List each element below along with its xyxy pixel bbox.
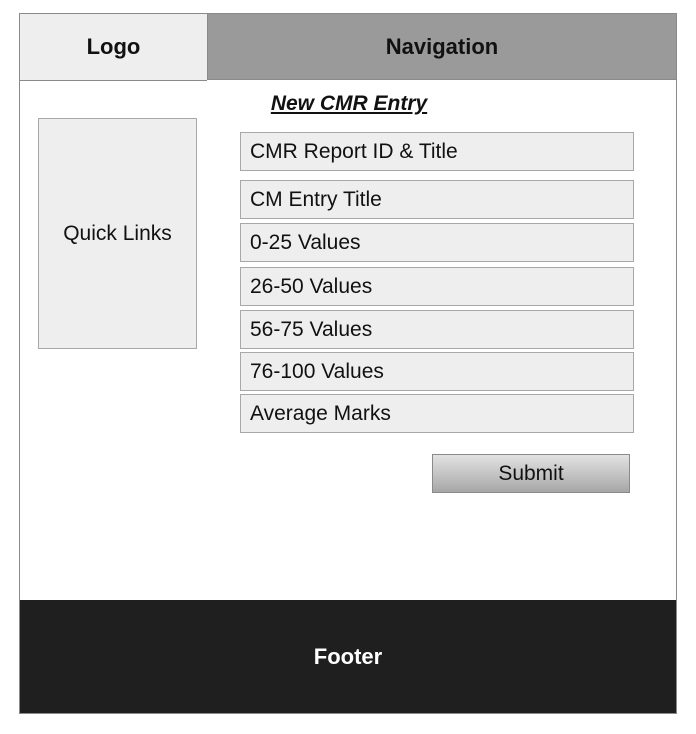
submit-button[interactable]: Submit — [432, 454, 630, 493]
page-title: New CMR Entry — [270, 92, 428, 115]
cm-entry-title-field[interactable]: CM Entry Title — [240, 180, 634, 219]
values-0-25-field[interactable]: 0-25 Values — [240, 223, 634, 262]
page-wireframe: Logo Navigation New CMR Entry Quick Link… — [19, 13, 677, 714]
navigation-bar[interactable]: Navigation — [207, 14, 676, 80]
cmr-report-id-title-field[interactable]: CMR Report ID & Title — [240, 132, 634, 171]
average-marks-field[interactable]: Average Marks — [240, 394, 634, 433]
logo[interactable]: Logo — [20, 14, 207, 81]
values-56-75-field[interactable]: 56-75 Values — [240, 310, 634, 349]
values-76-100-field[interactable]: 76-100 Values — [240, 352, 634, 391]
values-26-50-field[interactable]: 26-50 Values — [240, 267, 634, 306]
footer: Footer — [20, 600, 676, 713]
quick-links-panel[interactable]: Quick Links — [38, 118, 197, 349]
